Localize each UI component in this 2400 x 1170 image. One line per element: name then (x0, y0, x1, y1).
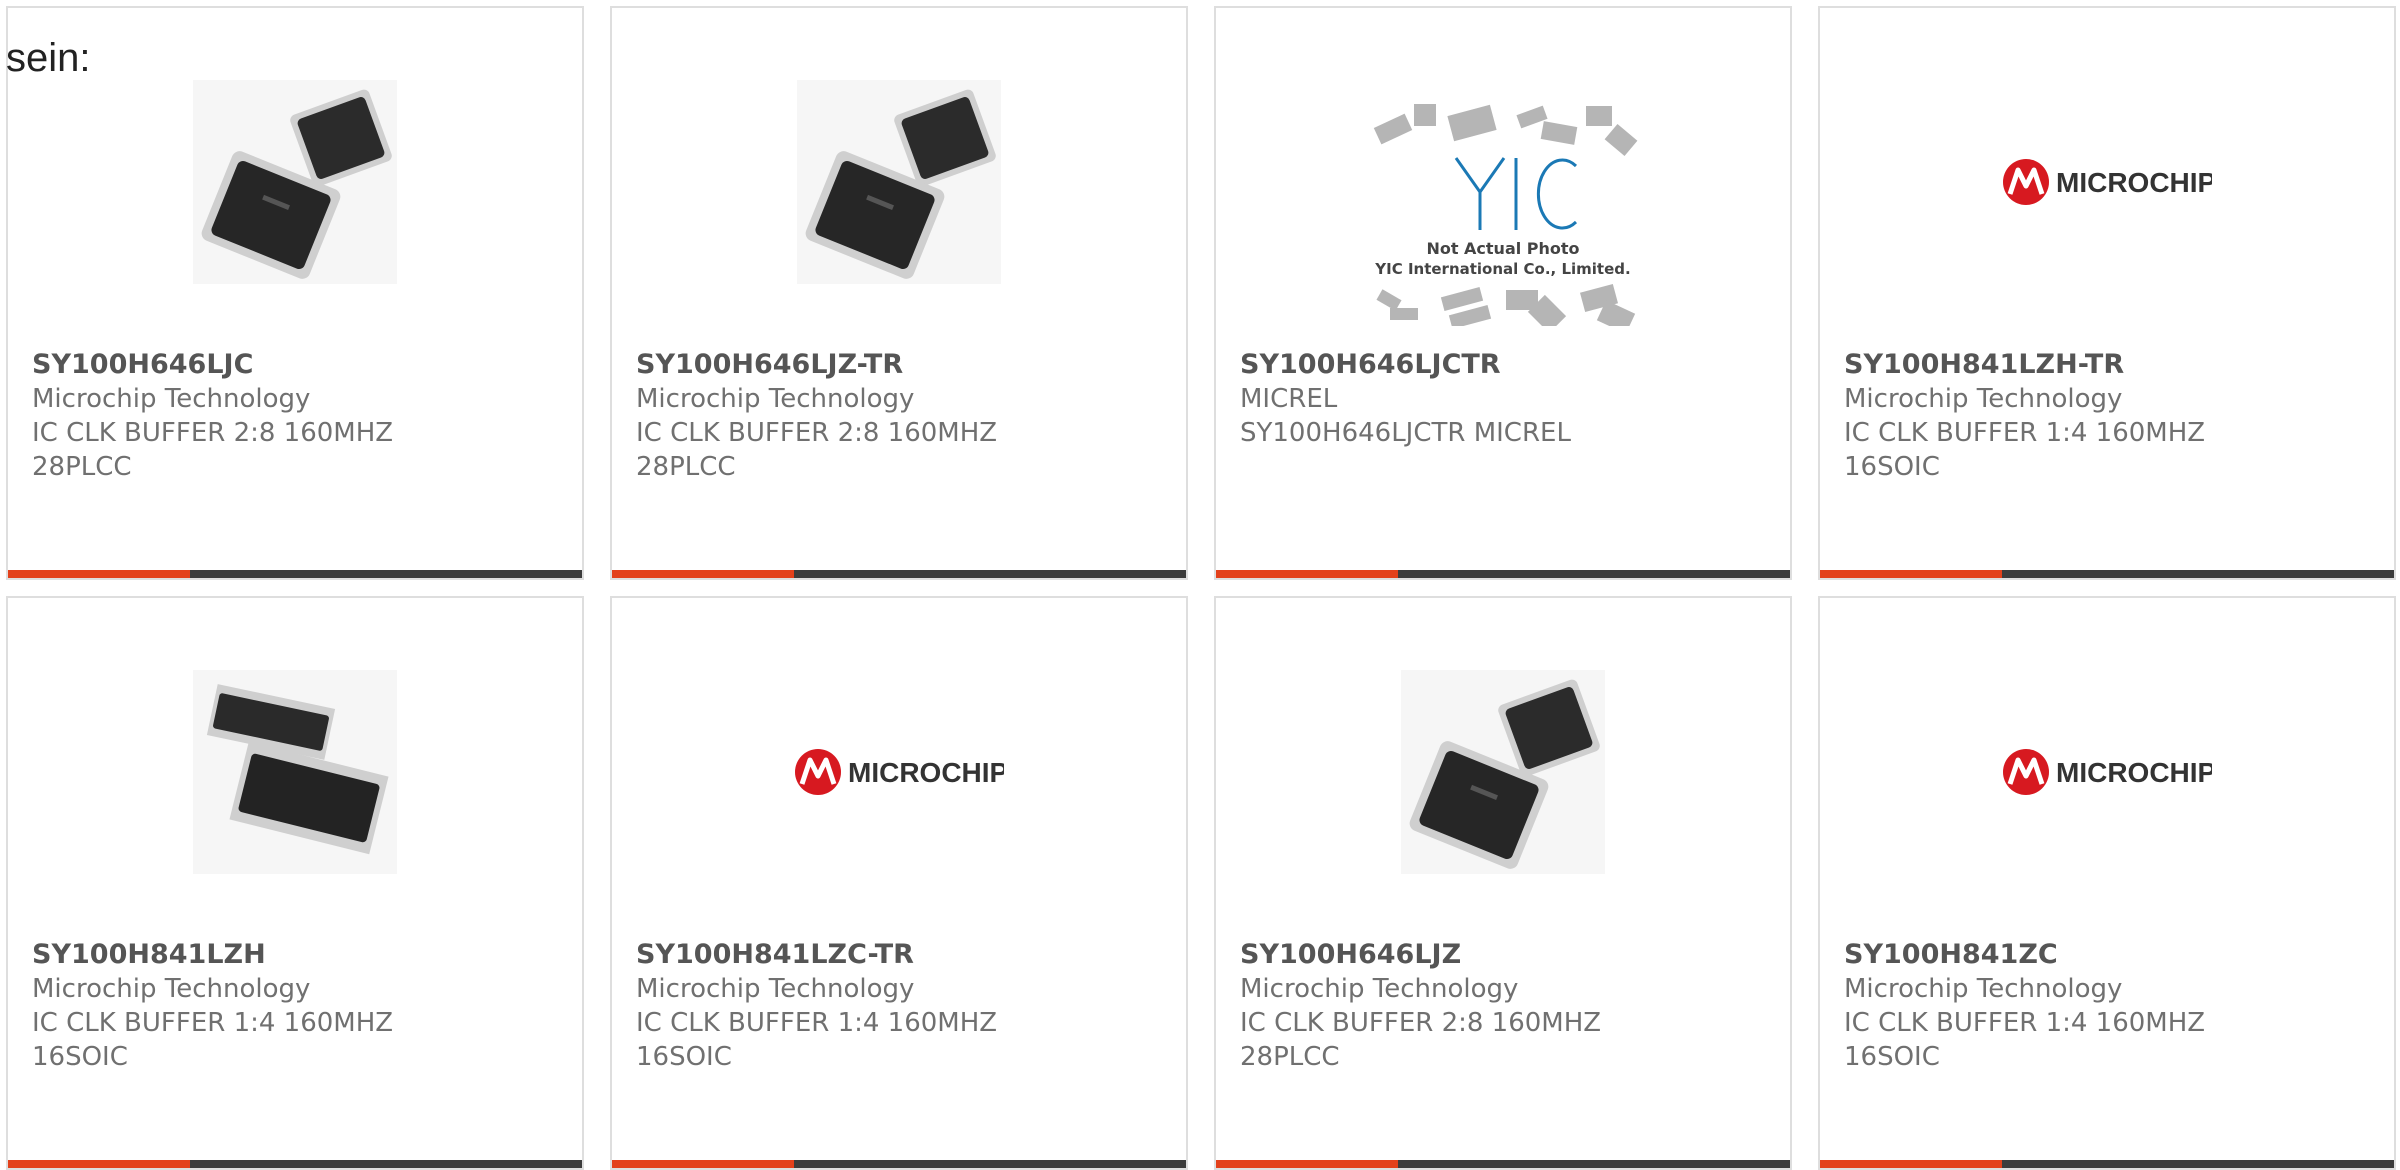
plcc-chip-image[interactable] (193, 80, 397, 284)
card-accent-bar (1216, 570, 1398, 578)
part-number[interactable]: SY100H646LJCTR (1240, 348, 1778, 382)
product-card[interactable]: Not Actual Photo YIC International Co., … (1214, 6, 1792, 580)
manufacturer: Microchip Technology (1240, 974, 1519, 1004)
part-number[interactable]: SY100H841LZC-TR (636, 938, 1174, 972)
description: IC CLK BUFFER 1:4 160MHZ 16SOIC (636, 1008, 998, 1072)
microchip-logo[interactable]: MICROCHIP (794, 742, 1004, 802)
microchip-logo[interactable]: MICROCHIP (2002, 152, 2212, 212)
product-card[interactable]: SY100H646LJC Microchip Technology IC CLK… (6, 6, 584, 580)
microchip-logo[interactable]: MICROCHIP (2002, 742, 2212, 802)
product-card[interactable]: SY100H841LZH Microchip Technology IC CLK… (6, 596, 584, 1170)
card-bottom-bar (1820, 570, 2394, 578)
manufacturer: Microchip Technology (636, 974, 915, 1004)
product-card[interactable]: MICROCHIP SY100H841ZC Microchip Technolo… (1818, 596, 2396, 1170)
description: IC CLK BUFFER 1:4 160MHZ 16SOIC (1844, 418, 2206, 482)
manufacturer: Microchip Technology (1844, 974, 2123, 1004)
intro-text: sein: (6, 36, 91, 80)
card-bottom-bar (612, 570, 1186, 578)
description: IC CLK BUFFER 2:8 160MHZ 28PLCC (32, 418, 394, 482)
product-card[interactable]: SY100H646LJZ Microchip Technology IC CLK… (1214, 596, 1792, 1170)
card-bottom-bar (1216, 570, 1790, 578)
description: IC CLK BUFFER 2:8 160MHZ 28PLCC (1240, 1008, 1602, 1072)
part-number[interactable]: SY100H646LJZ (1240, 938, 1778, 972)
description: IC CLK BUFFER 1:4 160MHZ 16SOIC (1844, 1008, 2206, 1072)
card-bottom-bar (8, 570, 582, 578)
product-card[interactable]: MICROCHIP SY100H841LZH-TR Microchip Tech… (1818, 6, 2396, 580)
description: IC CLK BUFFER 2:8 160MHZ 28PLCC (636, 418, 998, 482)
not-actual-photo-text: Not Actual Photo (1426, 239, 1579, 258)
microchip-logo-text: MICROCHIP (2056, 167, 2212, 198)
product-card[interactable]: MICROCHIP SY100H841LZC-TR Microchip Tech… (610, 596, 1188, 1170)
manufacturer: Microchip Technology (32, 974, 311, 1004)
part-number[interactable]: SY100H841LZH (32, 938, 570, 972)
soic-chip-image[interactable] (193, 670, 397, 874)
card-accent-bar (8, 570, 190, 578)
part-number[interactable]: SY100H841LZH-TR (1844, 348, 2382, 382)
card-accent-bar (1820, 570, 2002, 578)
part-number[interactable]: SY100H841ZC (1844, 938, 2382, 972)
manufacturer: Microchip Technology (636, 384, 915, 414)
microchip-logo-text: MICROCHIP (2056, 757, 2212, 788)
manufacturer: MICREL (1240, 384, 1338, 414)
manufacturer: Microchip Technology (32, 384, 311, 414)
plcc-chip-image[interactable] (1401, 670, 1605, 874)
part-number[interactable]: SY100H646LJZ-TR (636, 348, 1174, 382)
yic-placeholder-image[interactable]: Not Actual Photo YIC International Co., … (1368, 96, 1638, 326)
product-card[interactable]: SY100H646LJZ-TR Microchip Technology IC … (610, 6, 1188, 580)
part-number[interactable]: SY100H646LJC (32, 348, 570, 382)
card-accent-bar (612, 570, 794, 578)
description: IC CLK BUFFER 1:4 160MHZ 16SOIC (32, 1008, 394, 1072)
microchip-logo-text: MICROCHIP (848, 757, 1004, 788)
manufacturer: Microchip Technology (1844, 384, 2123, 414)
yic-company-text: YIC International Co., Limited. (1374, 260, 1630, 278)
plcc-chip-image[interactable] (797, 80, 1001, 284)
description: SY100H646LJCTR MICREL (1240, 418, 1571, 448)
